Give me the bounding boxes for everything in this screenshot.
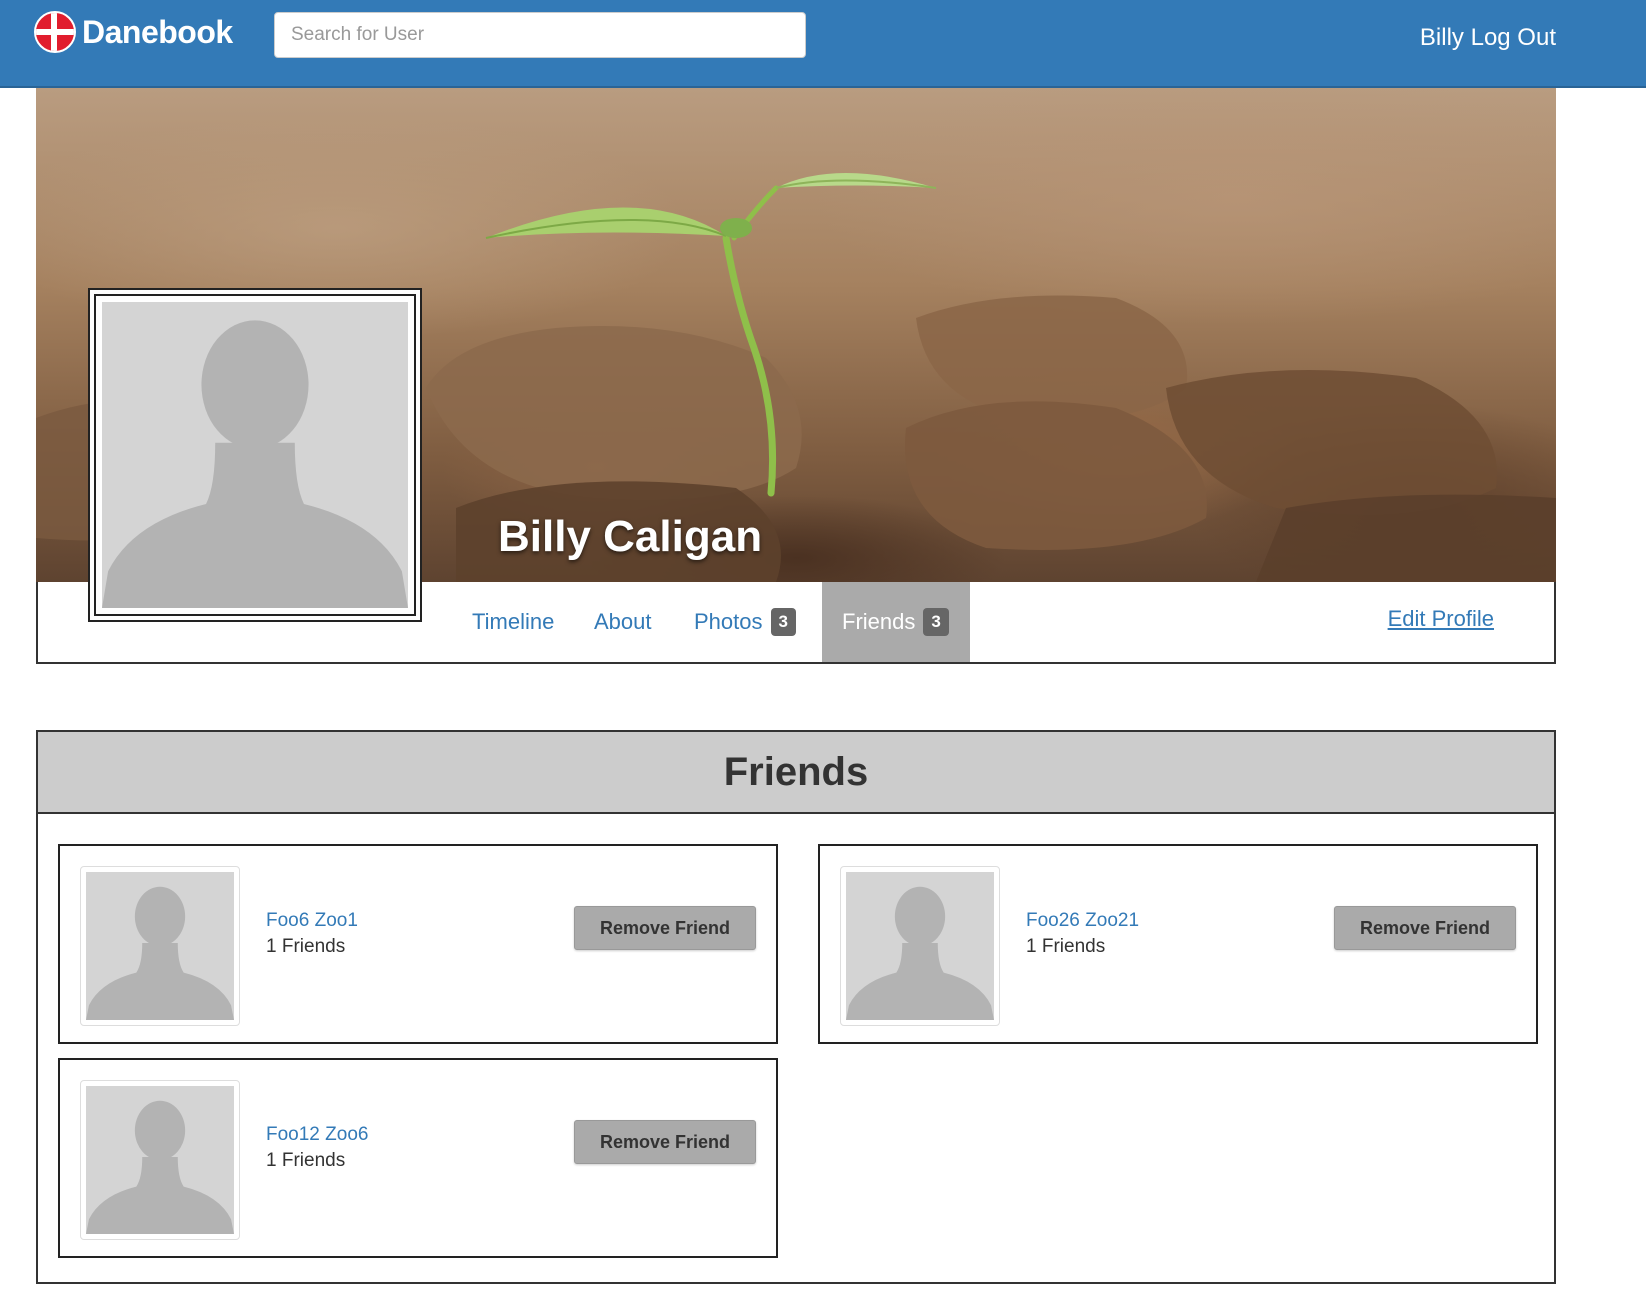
avatar-border (94, 294, 416, 616)
tab-label: Friends (842, 609, 916, 634)
avatar-placeholder-icon (86, 872, 234, 1020)
photos-count-badge: 3 (770, 608, 796, 636)
person-silhouette-icon (846, 886, 994, 1020)
brand-logo[interactable]: Danebook (34, 10, 233, 54)
friend-name-link[interactable]: Foo12 Zoo6 (266, 1124, 368, 1146)
tab-about[interactable]: About (594, 582, 652, 662)
friend-avatar[interactable] (80, 1080, 240, 1240)
tab-photos[interactable]: Photos 3 (694, 582, 796, 662)
friend-card: Foo6 Zoo1 1 Friends Remove Friend (58, 844, 778, 1044)
tab-friends[interactable]: Friends 3 (822, 582, 970, 662)
avatar-placeholder-icon (102, 302, 408, 608)
friend-avatar[interactable] (840, 866, 1000, 1026)
danish-flag-icon (34, 11, 76, 53)
person-silhouette-icon (86, 1100, 234, 1234)
logout-link[interactable]: Log Out (1471, 24, 1556, 51)
person-silhouette-icon (86, 886, 234, 1020)
top-navbar: Danebook Billy Log Out (0, 0, 1646, 88)
user-nav: Billy Log Out (1420, 24, 1556, 52)
avatar-placeholder-icon (86, 1086, 234, 1234)
friend-count: 1 Friends (266, 1150, 346, 1171)
friend-count: 1 Friends (266, 936, 346, 957)
tab-label: Photos (694, 609, 763, 634)
friend-card: Foo26 Zoo21 1 Friends Remove Friend (818, 844, 1538, 1044)
friend-name-link[interactable]: Foo6 Zoo1 (266, 910, 358, 932)
friends-count-badge: 3 (923, 608, 949, 636)
brand-name: Danebook (82, 13, 233, 50)
friend-avatar[interactable] (80, 866, 240, 1026)
remove-friend-button[interactable]: Remove Friend (1334, 906, 1516, 950)
search-input[interactable] (274, 12, 806, 58)
avatar-placeholder-icon (846, 872, 994, 1020)
friend-card: Foo12 Zoo6 1 Friends Remove Friend (58, 1058, 778, 1258)
remove-friend-button[interactable]: Remove Friend (574, 906, 756, 950)
profile-name: Billy Caligan (498, 512, 763, 561)
tab-timeline[interactable]: Timeline (472, 582, 554, 662)
person-silhouette-icon (102, 320, 408, 608)
current-user-link[interactable]: Billy (1420, 24, 1464, 51)
tab-label: Timeline (472, 609, 555, 634)
edit-profile-link[interactable]: Edit Profile (1388, 606, 1494, 632)
profile-avatar[interactable] (88, 288, 422, 622)
friends-header: Friends (38, 732, 1554, 814)
friend-name-link[interactable]: Foo26 Zoo21 (1026, 910, 1139, 932)
remove-friend-button[interactable]: Remove Friend (574, 1120, 756, 1164)
tab-label: About (594, 609, 652, 634)
friend-count: 1 Friends (1026, 936, 1106, 957)
friends-panel: Friends Foo6 Zoo1 1 Friends Remove Frien… (36, 730, 1556, 1284)
